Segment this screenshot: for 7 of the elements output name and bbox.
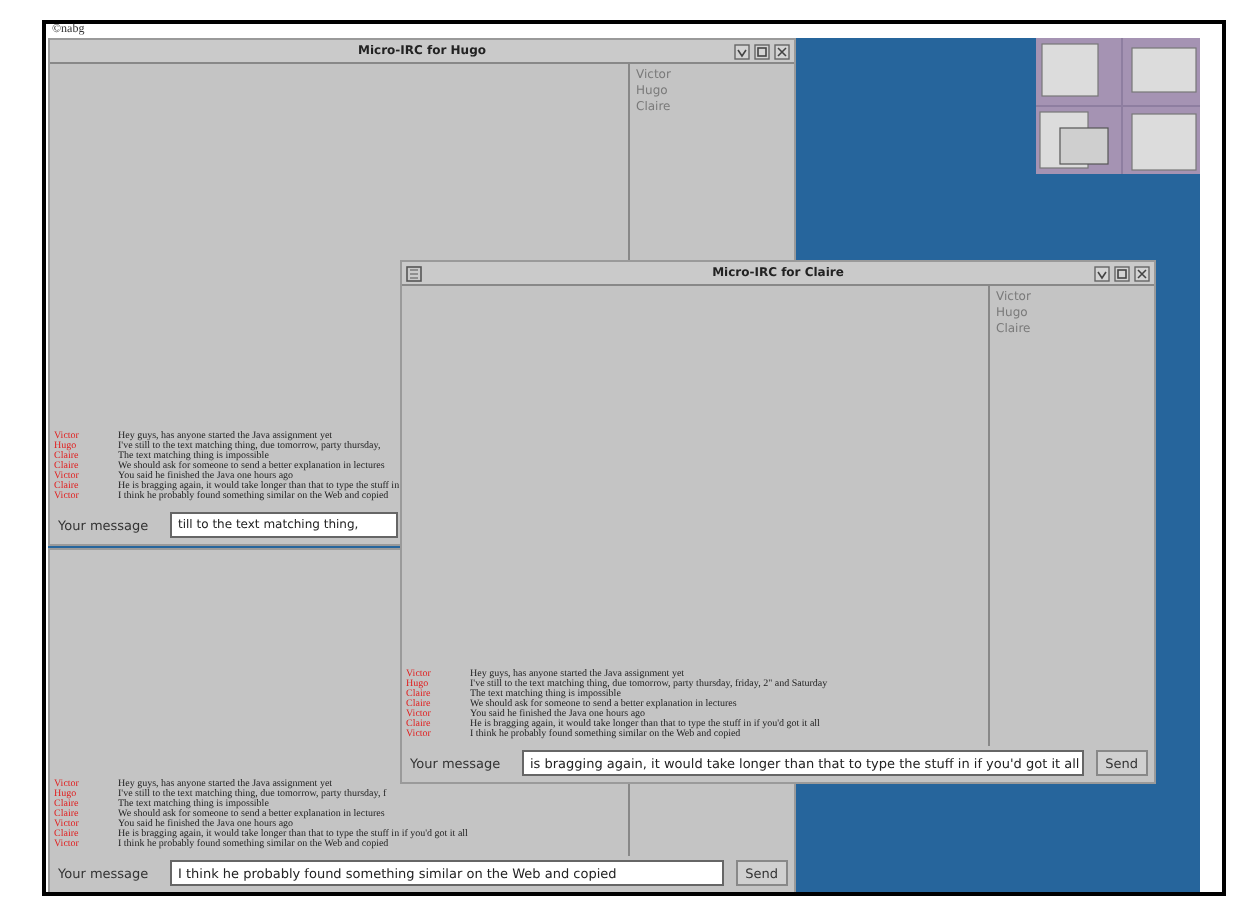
window-menu-icon[interactable]: [406, 265, 422, 281]
maximize-icon[interactable]: [754, 43, 770, 59]
minimize-icon[interactable]: [734, 43, 750, 59]
maximize-icon[interactable]: [1114, 265, 1130, 281]
minimize-icon[interactable]: [1094, 265, 1110, 281]
close-icon[interactable]: [1134, 265, 1150, 281]
close-icon[interactable]: [774, 43, 790, 59]
